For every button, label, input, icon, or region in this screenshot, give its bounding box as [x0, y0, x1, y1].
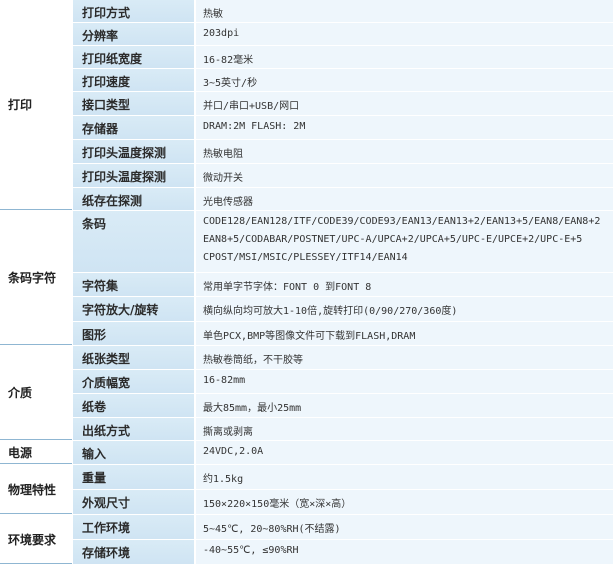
spec-row: 纸卷 最大85mm，最小25mm — [73, 394, 613, 418]
category-label: 条码字符 — [0, 211, 72, 345]
spec-label: 打印方式 — [73, 0, 194, 23]
spec-label: 字符放大/旋转 — [73, 297, 194, 322]
spec-label: 存储器 — [73, 116, 194, 140]
spec-row: 打印速度 3~5英寸/秒 — [73, 69, 613, 92]
spec-value: 16-82mm — [196, 370, 613, 394]
spec-row: 重量 约1.5kg — [73, 465, 613, 490]
spec-value: 203dpi — [196, 23, 613, 46]
barcode-line: CODE128/EAN128/ITF/CODE39/CODE93/EAN13/E… — [203, 216, 601, 227]
spec-value: 横向纵向均可放大1-10倍,旋转打印(0/90/270/360度) — [196, 297, 613, 322]
spec-value: 热敏电阻 — [196, 140, 613, 164]
spec-row: 介质幅宽 16-82mm — [73, 370, 613, 394]
group-power: 电源 输入 24VDC,2.0A — [0, 441, 613, 465]
spec-value: CODE128/EAN128/ITF/CODE39/CODE93/EAN13/E… — [196, 211, 613, 273]
spec-row: 接口类型 并口/串口+USB/网口 — [73, 92, 613, 116]
spec-label: 条码 — [73, 211, 194, 273]
spec-label: 介质幅宽 — [73, 370, 194, 394]
spec-label: 出纸方式 — [73, 418, 194, 441]
spec-value: 热敏卷筒纸，不干胶等 — [196, 346, 613, 370]
category-label: 环境要求 — [0, 515, 72, 564]
spec-row: 字符集 常用单字节字体：FONT 0 到FONT 8 — [73, 273, 613, 297]
group-environment: 环境要求 工作环境 5~45℃, 20~80%RH(不结露) 存储环境 -40~… — [0, 515, 613, 565]
category-label: 介质 — [0, 346, 72, 440]
spec-value: 最大85mm，最小25mm — [196, 394, 613, 418]
spec-value: 5~45℃, 20~80%RH(不结露) — [196, 515, 613, 540]
spec-value: 150×220×150毫米（宽×深×高） — [196, 490, 613, 515]
spec-label: 外观尺寸 — [73, 490, 194, 515]
spec-label: 纸卷 — [73, 394, 194, 418]
spec-row: 存储环境 -40~55℃, ≤90%RH — [73, 540, 613, 565]
group-print: 打印 打印方式 热敏 分辨率 203dpi 打印纸宽度 16-82毫米 打印速度… — [0, 0, 613, 211]
spec-label: 打印头温度探测 — [73, 140, 194, 164]
spec-label: 纸存在探测 — [73, 188, 194, 211]
spec-value: 16-82毫米 — [196, 46, 613, 69]
spec-value: 微动开关 — [196, 164, 613, 188]
spec-value: 撕离或剥离 — [196, 418, 613, 441]
spec-label: 重量 — [73, 465, 194, 490]
spec-row: 字符放大/旋转 横向纵向均可放大1-10倍,旋转打印(0/90/270/360度… — [73, 297, 613, 322]
spec-row: 出纸方式 撕离或剥离 — [73, 418, 613, 441]
spec-label: 打印纸宽度 — [73, 46, 194, 69]
spec-value: 约1.5kg — [196, 465, 613, 490]
spec-label: 工作环境 — [73, 515, 194, 540]
spec-row: 打印方式 热敏 — [73, 0, 613, 23]
spec-value: 并口/串口+USB/网口 — [196, 92, 613, 116]
group-barcode-font: 条码字符 条码 CODE128/EAN128/ITF/CODE39/CODE93… — [0, 211, 613, 346]
spec-value: 24VDC,2.0A — [196, 441, 613, 465]
spec-value: 热敏 — [196, 0, 613, 23]
barcode-line: EAN8+5/CODABAR/POSTNET/UPC-A/UPCA+2/UPCA… — [203, 234, 583, 245]
category-label: 物理特性 — [0, 465, 72, 514]
spec-value: -40~55℃, ≤90%RH — [196, 540, 613, 565]
spec-row: 分辨率 203dpi — [73, 23, 613, 46]
spec-row: 图形 单色PCX,BMP等图像文件可下载到FLASH,DRAM — [73, 322, 613, 346]
spec-table: 打印 打印方式 热敏 分辨率 203dpi 打印纸宽度 16-82毫米 打印速度… — [0, 0, 613, 565]
spec-row: 输入 24VDC,2.0A — [73, 441, 613, 465]
group-media: 介质 纸张类型 热敏卷筒纸，不干胶等 介质幅宽 16-82mm 纸卷 最大85m… — [0, 346, 613, 441]
group-physical: 物理特性 重量 约1.5kg 外观尺寸 150×220×150毫米（宽×深×高） — [0, 465, 613, 515]
spec-row: 打印头温度探测 热敏电阻 — [73, 140, 613, 164]
spec-row: 条码 CODE128/EAN128/ITF/CODE39/CODE93/EAN1… — [73, 211, 613, 273]
spec-value: 3~5英寸/秒 — [196, 69, 613, 92]
spec-value: DRAM:2M FLASH: 2M — [196, 116, 613, 140]
spec-row: 打印头温度探测 微动开关 — [73, 164, 613, 188]
category-label: 电源 — [0, 441, 72, 464]
spec-value: 光电传感器 — [196, 188, 613, 211]
barcode-line: CPOST/MSI/MSIC/PLESSEY/ITF14/EAN14 — [203, 252, 408, 263]
spec-label: 存储环境 — [73, 540, 194, 565]
spec-row: 纸存在探测 光电传感器 — [73, 188, 613, 211]
spec-label: 纸张类型 — [73, 346, 194, 370]
spec-row: 外观尺寸 150×220×150毫米（宽×深×高） — [73, 490, 613, 515]
spec-label: 打印头温度探测 — [73, 164, 194, 188]
spec-row: 打印纸宽度 16-82毫米 — [73, 46, 613, 69]
spec-row: 工作环境 5~45℃, 20~80%RH(不结露) — [73, 515, 613, 540]
category-label: 打印 — [0, 0, 72, 210]
spec-value: 单色PCX,BMP等图像文件可下载到FLASH,DRAM — [196, 322, 613, 346]
spec-label: 输入 — [73, 441, 194, 465]
spec-label: 接口类型 — [73, 92, 194, 116]
spec-label: 图形 — [73, 322, 194, 346]
spec-value: 常用单字节字体：FONT 0 到FONT 8 — [196, 273, 613, 297]
spec-label: 分辨率 — [73, 23, 194, 46]
spec-label: 字符集 — [73, 273, 194, 297]
spec-row: 纸张类型 热敏卷筒纸，不干胶等 — [73, 346, 613, 370]
spec-label: 打印速度 — [73, 69, 194, 92]
spec-row: 存储器 DRAM:2M FLASH: 2M — [73, 116, 613, 140]
